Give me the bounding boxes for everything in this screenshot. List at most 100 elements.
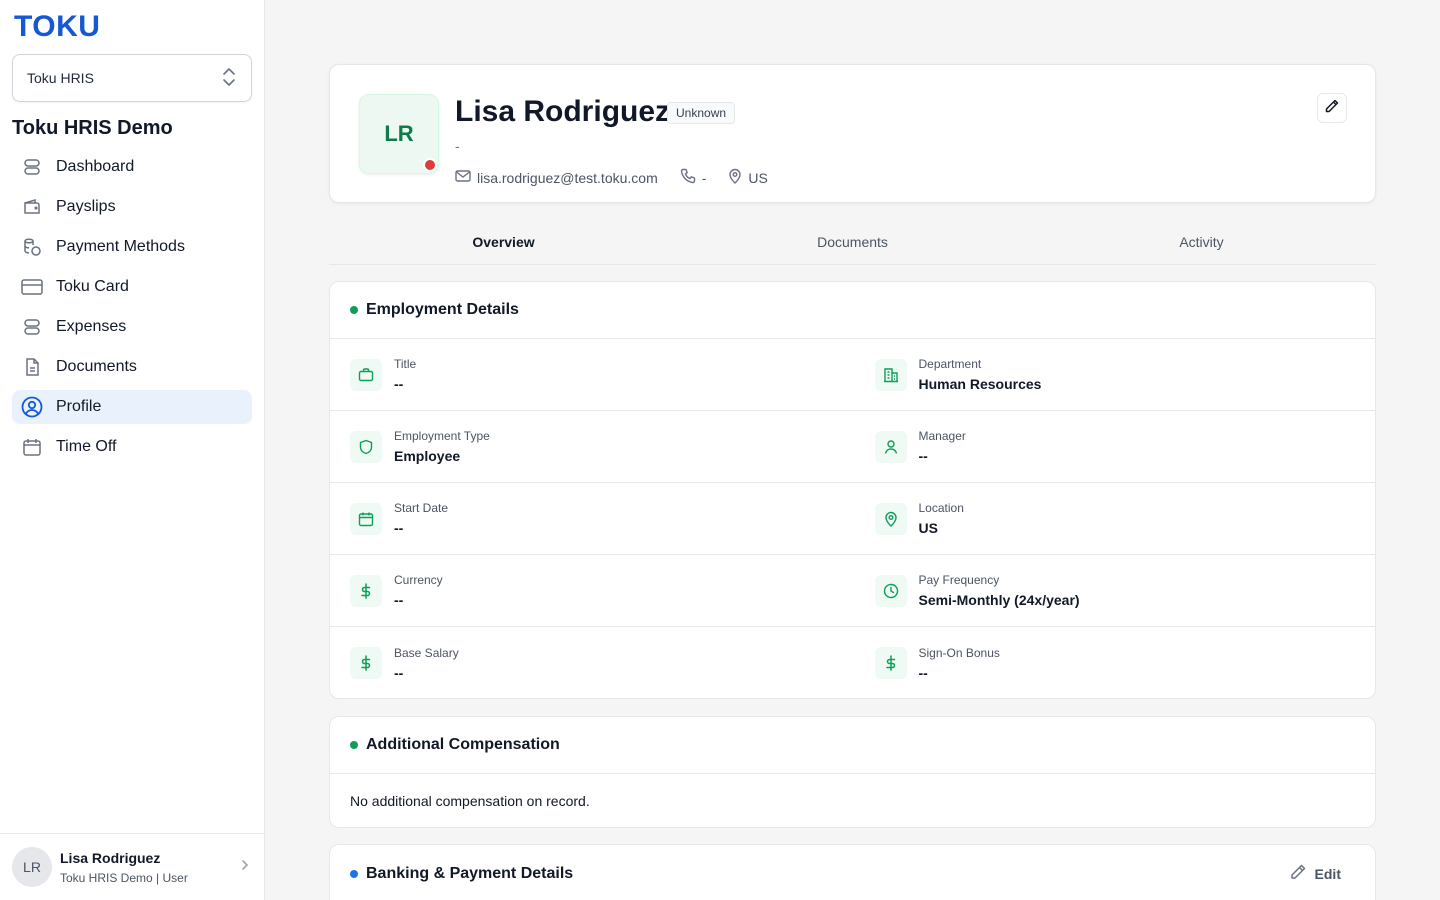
edit-profile-button[interactable] <box>1317 93 1347 123</box>
detail-start-date: Start Date -- <box>330 483 853 554</box>
detail-row: Currency -- Pay Frequency Semi-Monthly (24… <box>330 555 1375 627</box>
detail-row: Base Salary -- Sign-On Bonus -- <box>330 627 1376 698</box>
section-header: Banking & Payment Details Edit <box>330 845 1375 900</box>
detail-pay-frequency: Pay Frequency Semi-Monthly (24x/year) <box>853 555 1376 626</box>
sidebar-item-label: Payment Methods <box>56 238 185 255</box>
pencil-icon <box>1289 863 1315 884</box>
detail-currency: Currency -- <box>330 555 853 626</box>
sidebar-item-label: Time Off <box>56 438 117 455</box>
sidebar-item-label: Payslips <box>56 198 116 215</box>
detail-value: -- <box>918 664 928 681</box>
detail-value: -- <box>394 592 404 608</box>
detail-label: Location <box>918 501 964 515</box>
contact-email[interactable]: lisa.rodriguez@test.toku.com <box>455 169 658 186</box>
user-org-role: Toku HRIS Demo | User <box>60 870 188 885</box>
chevron-right-icon <box>240 858 250 877</box>
shield-icon <box>350 430 382 463</box>
contact-phone: - <box>680 168 707 187</box>
detail-base-salary: Base Salary -- <box>330 627 853 698</box>
org-selector[interactable]: Toku HRIS <box>12 54 252 102</box>
section-title: Employment Details <box>366 301 519 318</box>
sidebar-item-expenses[interactable]: Expenses <box>12 310 252 344</box>
user-name: Lisa Rodriguez <box>60 849 161 866</box>
contact-info: lisa.rodriguez@test.toku.com - US <box>455 168 790 187</box>
sidebar-item-payslips[interactable]: Payslips <box>12 190 252 224</box>
section-dot <box>350 306 358 314</box>
sidebar-item-label: Expenses <box>56 318 127 335</box>
detail-sign-on-bonus: Sign-On Bonus -- <box>853 627 1376 698</box>
detail-label: Currency <box>394 573 443 587</box>
user-menu[interactable]: LR Lisa Rodriguez Toku HRIS Demo | User <box>0 833 264 900</box>
detail-label: Pay Frequency <box>918 573 1000 587</box>
sidebar-item-dashboard[interactable]: Dashboard <box>12 150 252 184</box>
wallet-icon <box>21 196 43 218</box>
briefcase-icon <box>350 358 382 391</box>
phone-text: - <box>701 169 707 186</box>
user-icon <box>874 430 907 463</box>
map-pin-icon <box>874 502 907 535</box>
edit-banking-button[interactable]: Edit <box>1289 845 1341 900</box>
status-badge: Unknown <box>667 102 736 124</box>
building-icon <box>874 358 907 391</box>
calendar-icon <box>21 436 43 458</box>
email-text: lisa.rodriguez@test.toku.com <box>477 169 658 186</box>
map-pin-icon <box>728 168 748 187</box>
tab-documents[interactable]: Documents <box>678 220 1027 264</box>
detail-label: Manager <box>918 429 966 443</box>
sidebar-item-time-off[interactable]: Time Off <box>12 430 252 464</box>
empty-state-text: No additional compensation on record. <box>350 793 590 809</box>
credit-card-icon <box>21 276 43 298</box>
detail-label: Base Salary <box>394 645 459 660</box>
profile-tabs: Overview Documents Activity <box>329 220 1376 265</box>
toku-logo[interactable]: TOKU <box>14 10 100 44</box>
sidebar: TOKU Toku HRIS Toku HRIS Demo Dashboard … <box>0 0 265 900</box>
calendar-icon <box>350 502 382 535</box>
tab-activity[interactable]: Activity <box>1027 220 1376 264</box>
profile-subtitle: - <box>455 138 460 154</box>
detail-value: -- <box>918 448 928 464</box>
tab-overview[interactable]: Overview <box>329 220 678 264</box>
document-icon <box>21 356 43 378</box>
detail-label: Title <box>394 357 417 371</box>
org-title: Toku HRIS Demo <box>12 117 173 139</box>
detail-label: Department <box>918 357 982 371</box>
mail-icon <box>455 169 477 186</box>
phone-icon <box>680 168 702 187</box>
detail-label: Employment Type <box>394 429 490 443</box>
sidebar-item-toku-card[interactable]: Toku Card <box>12 270 252 304</box>
additional-compensation-card: Additional Compensation No additional co… <box>329 716 1376 828</box>
section-header: Additional Compensation <box>330 717 1375 774</box>
sidebar-item-label: Dashboard <box>56 158 135 175</box>
dollar-icon <box>874 647 907 679</box>
pencil-icon <box>1324 98 1340 119</box>
section-title: Banking & Payment Details <box>366 864 574 882</box>
detail-value: US <box>918 520 938 536</box>
section-header: Employment Details <box>330 282 1375 339</box>
detail-row: Title -- Department Human Resources <box>330 339 1375 411</box>
profile-header-card: LR Lisa Rodriguez Unknown - lisa.rodrigu… <box>329 64 1376 203</box>
stack-icon <box>21 316 43 338</box>
detail-value: -- <box>394 664 404 681</box>
sidebar-item-documents[interactable]: Documents <box>12 350 252 384</box>
clock-icon <box>874 574 907 607</box>
detail-label: Start Date <box>394 501 449 515</box>
dollar-icon <box>350 647 382 679</box>
detail-value: -- <box>394 520 404 536</box>
dollar-icon <box>350 574 382 607</box>
user-info: Lisa Rodriguez Toku HRIS Demo | User <box>60 850 188 885</box>
detail-label: Sign-On Bonus <box>918 645 1000 660</box>
sidebar-item-label: Documents <box>56 358 137 375</box>
stack-icon <box>21 156 43 178</box>
employment-details-card: Employment Details Title -- Department Hum… <box>329 281 1376 699</box>
profile-name: Lisa Rodriguez <box>455 95 671 128</box>
sidebar-item-payment-methods[interactable]: Payment Methods <box>12 230 252 264</box>
sidebar-item-profile[interactable]: Profile <box>12 390 252 424</box>
location-text: US <box>748 169 768 186</box>
sidebar-nav: Dashboard Payslips Payment Methods Toku … <box>12 150 252 470</box>
detail-row: Employment Type Employee Manager -- <box>330 411 1375 483</box>
contact-location: US <box>728 168 768 187</box>
detail-department: Department Human Resources <box>853 339 1376 410</box>
detail-row: Start Date -- Location US <box>330 483 1375 555</box>
detail-employment-type: Employment Type Employee <box>330 411 853 482</box>
sidebar-item-label: Toku Card <box>56 278 129 295</box>
